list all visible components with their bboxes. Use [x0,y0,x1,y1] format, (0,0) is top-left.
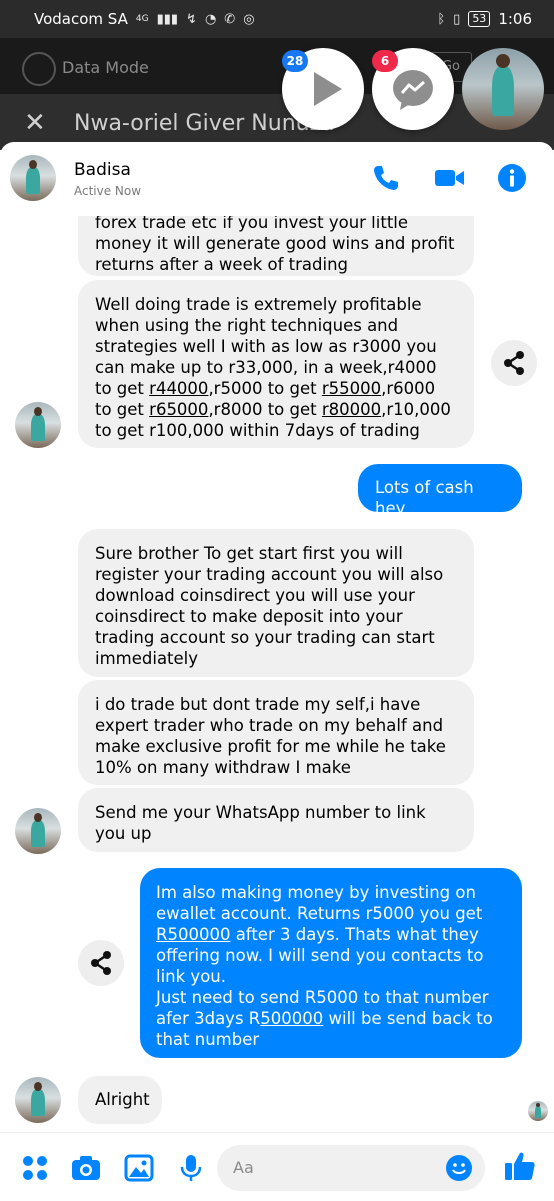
message-incoming[interactable]: Well doing trade is extremely profitable… [78,280,474,448]
sender-avatar[interactable] [15,402,61,448]
network-type: 4G [135,14,149,24]
battery-indicator: 53 [468,11,491,27]
message-text: Alright [95,1090,150,1109]
message-text: Im also making money by investing on ewa… [156,883,483,923]
message-text: Send me your WhatsApp number to link you… [95,803,426,843]
messenger-chat-head[interactable]: 6 [372,48,454,130]
message-incoming[interactable]: forex trade etc if you invest your littl… [78,216,474,276]
share-icon [504,351,524,375]
message-text-underlined: 500000 [260,1009,324,1028]
message-text-underlined: r80000 [321,400,382,419]
message-input[interactable]: Aa [217,1145,485,1191]
video-chat-head[interactable]: 28 [282,48,364,130]
missed-call-icon: ↯ [186,11,197,27]
active-status: Active Now [74,184,142,198]
like-icon[interactable] [503,1149,537,1183]
messenger-icon [393,70,433,110]
message-text: Sure brother To get start first you will… [95,544,444,668]
message-text: Lots of cash hey [375,478,474,518]
clock: 1:06 [498,10,532,28]
data-saver-icon: ◔ [204,11,217,27]
carrier-name: Vodacom SA [34,10,128,28]
share-button[interactable] [78,940,124,986]
contact-avatar[interactable] [10,155,56,201]
data-mode-icon [22,52,56,86]
close-icon[interactable]: ✕ [24,108,46,138]
message-incoming[interactable]: Sure brother To get start first you will… [78,529,474,677]
gallery-icon[interactable] [124,1153,154,1183]
contact-name[interactable]: Badisa [74,160,131,180]
share-button[interactable] [491,340,537,386]
message-text-underlined: R500000 [156,925,231,944]
bluetooth-icon: ᛒ [437,11,446,27]
sender-avatar[interactable] [15,808,61,854]
message-text-underlined: r44000 [149,379,209,398]
message-text-underlined: r55000 [321,379,382,398]
more-actions-icon[interactable] [20,1153,50,1183]
data-mode-label: Data Mode [62,58,149,77]
sender-avatar[interactable] [15,1077,61,1123]
share-icon [91,951,111,975]
message-text: i do trade but dont trade my self,i have… [95,695,446,777]
message-outgoing[interactable]: Im also making money by investing on ewa… [140,868,522,1058]
message-composer: Aa [0,1132,554,1201]
video-call-icon[interactable] [433,162,465,194]
emoji-icon[interactable] [445,1154,473,1182]
message-text: ,r8000 to get [208,400,322,419]
message-text: ,r5000 to get [208,379,322,398]
camera-icon[interactable] [71,1153,101,1183]
conversation-area[interactable]: forex trade etc if you invest your littl… [0,216,554,1132]
microphone-icon[interactable] [176,1153,206,1183]
chat-header: Badisa Active Now [0,142,554,216]
message-text-underlined: r65000 [149,400,209,419]
phone-icon: ✆ [224,11,236,27]
status-bar: Vodacom SA 4G ▮▮▮ ↯ ◔ ✆ ◎ ᛒ ▯ 53 1:06 [0,0,554,38]
play-icon [314,72,342,106]
message-incoming[interactable]: i do trade but dont trade my self,i have… [78,680,474,785]
seen-receipt-avatar [528,1101,548,1121]
signal-icon: ▮▮▮ [156,11,179,27]
message-input-placeholder: Aa [233,1158,254,1177]
vibrate-icon: ▯ [453,11,461,27]
message-text: forex trade etc if you invest your littl… [95,216,455,274]
contact-chat-head-avatar[interactable] [462,48,544,130]
message-outgoing[interactable]: Lots of cash hey [358,464,522,518]
message-incoming[interactable]: Send me your WhatsApp number to link you… [78,788,474,852]
info-icon[interactable] [496,162,528,194]
chrome-icon: ◎ [243,11,255,27]
phone-call-icon[interactable] [370,162,402,194]
message-incoming[interactable]: Alright [78,1076,162,1124]
